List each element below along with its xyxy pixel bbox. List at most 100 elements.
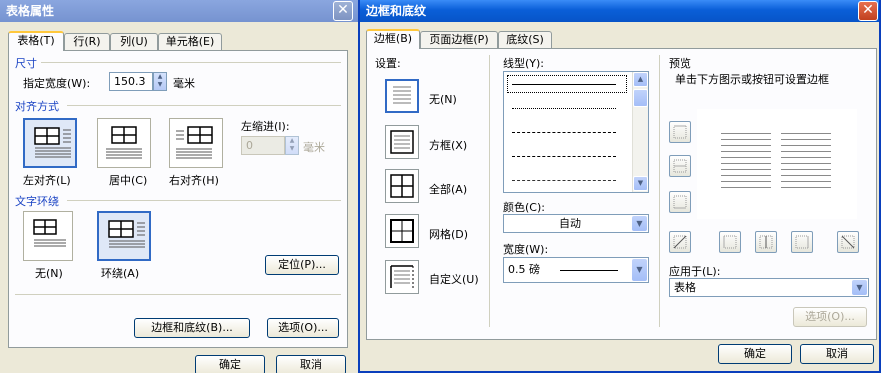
- chevron-down-icon[interactable]: ▼: [632, 259, 647, 281]
- wrap-around-label: 环绕(A): [101, 267, 140, 280]
- inside-vertical-border-button[interactable]: [755, 231, 777, 253]
- position-button[interactable]: 定位(P)...: [265, 255, 339, 275]
- width-label: 宽度(W):: [503, 243, 549, 256]
- column-divider-1: [489, 55, 490, 327]
- left-indent-spinner[interactable]: ▲ ▼: [285, 136, 299, 155]
- setting-all-label: 全部(A): [429, 183, 468, 196]
- preview-text-line: [721, 181, 771, 182]
- setting-all-icon: [390, 174, 414, 198]
- preview-text-line: [721, 145, 771, 146]
- tab-page-borders[interactable]: 页面边框(P): [420, 31, 498, 49]
- chevron-down-icon[interactable]: ▼: [632, 216, 647, 231]
- scroll-thumb[interactable]: [633, 89, 648, 107]
- table-cancel-button[interactable]: 取消: [276, 355, 346, 373]
- preview-text-line: [721, 163, 771, 164]
- table-options-button[interactable]: 选项(O)...: [267, 318, 339, 338]
- align-center-option[interactable]: [97, 118, 151, 168]
- wrap-none-label: 无(N): [35, 267, 63, 280]
- apply-to-label: 应用于(L):: [669, 265, 721, 278]
- setting-grid-option[interactable]: [385, 214, 419, 248]
- apply-to-dropdown[interactable]: 表格 ▼: [669, 278, 869, 297]
- align-right-icon: [176, 126, 213, 159]
- color-label: 颜色(C):: [503, 201, 545, 214]
- setting-custom-option[interactable]: [385, 260, 419, 294]
- tab-table[interactable]: 表格(T): [8, 31, 64, 51]
- borders-shading-button[interactable]: 边框和底纹(B)...: [134, 318, 250, 338]
- align-left-icon: [34, 127, 71, 158]
- border-preview-area[interactable]: [697, 109, 857, 219]
- color-dropdown[interactable]: 自动 ▼: [503, 214, 649, 233]
- tab-column[interactable]: 列(U): [110, 33, 158, 51]
- borders-shading-titlebar[interactable]: 边框和底纹: [360, 0, 879, 22]
- close-icon[interactable]: ✕: [858, 1, 878, 21]
- preview-text-line: [781, 175, 831, 176]
- preview-text-line: [781, 157, 831, 158]
- line-width-value: 0.5 磅: [508, 263, 540, 276]
- line-style-item[interactable]: [512, 108, 616, 109]
- right-border-button[interactable]: [791, 231, 813, 253]
- setting-label: 设置:: [375, 57, 401, 70]
- tab-borders[interactable]: 边框(B): [366, 29, 420, 49]
- align-left-option[interactable]: [23, 118, 77, 168]
- preview-text-line: [781, 151, 831, 152]
- bottom-border-button[interactable]: [669, 191, 691, 213]
- line-style-item[interactable]: [512, 180, 616, 181]
- line-style-item[interactable]: [512, 84, 616, 85]
- preview-text-line: [721, 187, 771, 188]
- left-border-button[interactable]: [719, 231, 741, 253]
- setting-grid-label: 网格(D): [429, 228, 469, 241]
- line-style-item[interactable]: [512, 156, 616, 157]
- line-width-dropdown[interactable]: 0.5 磅 ▼: [503, 257, 649, 283]
- borders-cancel-button[interactable]: 取消: [800, 344, 874, 364]
- apply-to-value: 表格: [674, 281, 696, 294]
- preview-text-line: [721, 169, 771, 170]
- chevron-down-icon[interactable]: ▼: [852, 280, 867, 295]
- width-spinner[interactable]: ▲ ▼: [153, 72, 167, 91]
- top-border-button[interactable]: [669, 121, 691, 143]
- setting-box-label: 方框(X): [429, 139, 468, 152]
- column-divider-2: [659, 55, 660, 327]
- table-ok-button[interactable]: 确定: [195, 355, 265, 373]
- setting-box-icon: [390, 130, 414, 154]
- borders-shading-dialog: 边框和底纹 ✕ 边框(B) 页面边框(P) 底纹(S) 设置: 无(N) 方框(…: [358, 0, 881, 373]
- preview-text-line: [721, 157, 771, 158]
- line-width-sample: [560, 270, 618, 271]
- tab-shading[interactable]: 底纹(S): [498, 31, 552, 49]
- borders-shading-title: 边框和底纹: [366, 4, 427, 18]
- wrap-around-option[interactable]: [97, 211, 151, 261]
- preview-hint: 单击下方图示或按钮可设置边框: [675, 73, 829, 86]
- align-right-option[interactable]: [169, 118, 223, 168]
- line-style-list[interactable]: ▲ ▼: [503, 71, 649, 193]
- line-style-scrollbar[interactable]: ▲ ▼: [632, 72, 648, 192]
- borders-ok-button[interactable]: 确定: [718, 344, 792, 364]
- borders-options-button[interactable]: 选项(O)...: [793, 307, 867, 327]
- inside-horizontal-border-button[interactable]: [669, 155, 691, 177]
- size-separator: [41, 62, 341, 63]
- preview-text-line: [781, 139, 831, 140]
- scroll-up-icon[interactable]: ▲: [633, 72, 648, 87]
- table-properties-titlebar[interactable]: 表格属性: [0, 0, 358, 22]
- setting-box-option[interactable]: [385, 125, 419, 159]
- preview-text-line: [781, 163, 831, 164]
- diagonal-up-button[interactable]: [837, 231, 859, 253]
- scroll-down-icon[interactable]: ▼: [633, 176, 648, 191]
- close-icon[interactable]: ✕: [333, 1, 353, 21]
- alignment-group-label: 对齐方式: [15, 100, 59, 113]
- preview-label: 预览: [669, 57, 691, 70]
- preview-text-line: [781, 181, 831, 182]
- setting-none-icon: [393, 86, 411, 104]
- diagonal-down-button[interactable]: [669, 231, 691, 253]
- preview-text-line: [781, 169, 831, 170]
- setting-all-option[interactable]: [385, 169, 419, 203]
- left-indent-input[interactable]: 0: [241, 136, 285, 155]
- tab-cell[interactable]: 单元格(E): [158, 33, 222, 51]
- tab-row[interactable]: 行(R): [64, 33, 110, 51]
- left-indent-label: 左缩进(I):: [241, 120, 290, 133]
- setting-none-option[interactable]: [385, 79, 419, 113]
- align-right-label: 右对齐(H): [169, 174, 219, 187]
- wrap-none-option[interactable]: [23, 211, 73, 261]
- line-style-item[interactable]: [512, 132, 616, 133]
- preview-text-line: [781, 187, 831, 188]
- width-input[interactable]: 150.3: [109, 72, 153, 91]
- preview-text-line: [721, 151, 771, 152]
